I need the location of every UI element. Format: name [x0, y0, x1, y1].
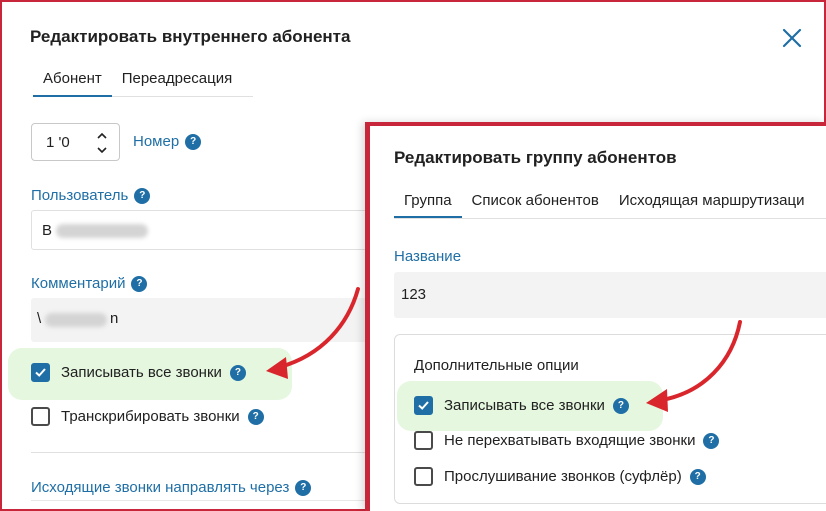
comment-label: Комментарий ? — [31, 275, 148, 292]
checkbox-no-intercept-incoming[interactable]: Не перехватывать входящие звонки ? — [414, 431, 720, 450]
checkbox-unchecked-icon[interactable] — [414, 467, 433, 486]
name-input[interactable]: 123 — [394, 272, 826, 318]
group-tabs: Группа Список абонентов Исходящая маршру… — [394, 183, 826, 219]
stepper-arrows-icon[interactable] — [96, 130, 108, 156]
subscriber-tabs: Абонент Переадресация — [33, 62, 253, 97]
dialog-title: Редактировать внутреннего абонента — [30, 27, 351, 46]
help-icon[interactable]: ? — [689, 468, 706, 485]
help-icon[interactable]: ? — [295, 479, 312, 496]
checkbox-unchecked-icon[interactable] — [31, 407, 50, 426]
outgoing-select-edge — [31, 500, 371, 501]
tab-subscriber[interactable]: Абонент — [33, 62, 112, 97]
help-icon[interactable]: ? — [185, 133, 202, 150]
divider — [31, 452, 371, 453]
help-icon[interactable]: ? — [703, 432, 720, 449]
dialog-title: Редактировать группу абонентов — [394, 148, 677, 167]
edit-group-dialog: Редактировать группу абонентов Группа Сп… — [365, 122, 826, 511]
help-icon[interactable]: ? — [229, 364, 246, 381]
user-label: Пользователь ? — [31, 187, 151, 204]
checkbox-unchecked-icon[interactable] — [414, 431, 433, 450]
redacted-text — [56, 224, 148, 238]
user-select[interactable]: В — [31, 210, 371, 250]
options-title: Дополнительные опции — [414, 357, 579, 374]
checkbox-record-all-calls[interactable]: Записывать все звонки ? — [31, 363, 246, 382]
redacted-text — [45, 313, 107, 327]
tab-subscriber-list[interactable]: Список абонентов — [462, 183, 609, 218]
checkbox-record-all-calls[interactable]: Записывать все звонки ? — [414, 396, 629, 415]
number-label: Номер ? — [133, 133, 202, 150]
checkbox-transcribe-calls[interactable]: Транскрибировать звонки ? — [31, 407, 264, 426]
number-value: 1 '0 — [46, 134, 70, 151]
name-label: Название — [394, 248, 462, 265]
user-value: В — [42, 222, 53, 239]
checkbox-call-whisper[interactable]: Прослушивание звонков (суфлёр) ? — [414, 467, 706, 486]
help-icon[interactable]: ? — [131, 275, 148, 292]
help-icon[interactable]: ? — [247, 408, 264, 425]
checkbox-checked-icon[interactable] — [414, 396, 433, 415]
outgoing-calls-label: Исходящие звонки направлять через ? — [31, 479, 312, 496]
close-icon[interactable] — [780, 26, 804, 50]
tab-group[interactable]: Группа — [394, 183, 462, 218]
additional-options-panel: Дополнительные опции Записывать все звон… — [394, 334, 826, 504]
number-stepper[interactable]: 1 '0 — [31, 123, 120, 161]
help-icon[interactable]: ? — [134, 187, 151, 204]
tab-forwarding[interactable]: Переадресация — [112, 62, 243, 97]
checkbox-checked-icon[interactable] — [31, 363, 50, 382]
comment-input[interactable]: \ n — [31, 298, 371, 342]
tab-outgoing-routing[interactable]: Исходящая маршрутизаци — [609, 183, 815, 218]
comment-value-end: n — [110, 310, 119, 327]
help-icon[interactable]: ? — [612, 397, 629, 414]
name-value: 123 — [401, 286, 427, 303]
comment-value-start: \ — [37, 310, 42, 327]
